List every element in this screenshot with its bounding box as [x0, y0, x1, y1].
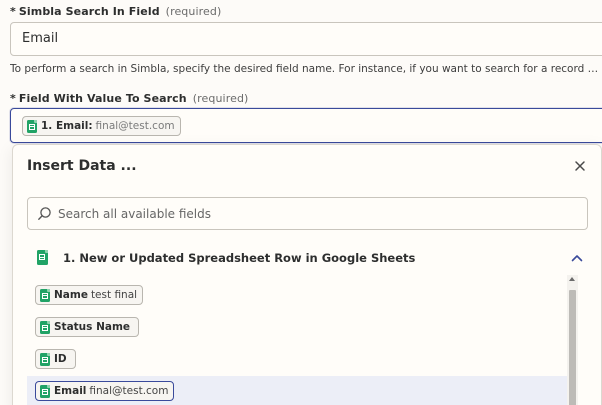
google-sheets-icon: [37, 250, 48, 265]
search-field-label: Simbla Search In Field: [18, 5, 160, 18]
field-list: Name test final Status Name ID Email fin…: [27, 277, 588, 405]
google-sheets-icon: [40, 320, 50, 334]
insert-data-panel: Insert Data ... 1. New or Updated Spread…: [12, 144, 602, 405]
field-key: Status Name: [54, 321, 131, 333]
search-icon: [38, 207, 51, 220]
list-item-selected[interactable]: Email final@test.com: [27, 376, 567, 405]
panel-title: Insert Data ...: [27, 158, 137, 174]
required-star: *: [10, 92, 16, 105]
field-key: Email: [54, 385, 87, 397]
search-field-label-row: * Simbla Search In Field (required): [10, 5, 221, 18]
scrollbar[interactable]: [567, 275, 578, 405]
pill-value: final@test.com: [95, 120, 175, 132]
google-sheets-icon: [40, 352, 50, 366]
scrollbar-thumb[interactable]: [569, 290, 576, 405]
field-pill[interactable]: Email final@test.com: [35, 381, 175, 401]
field-search-box: [27, 197, 588, 230]
field-pill[interactable]: Name test final: [35, 285, 144, 305]
search-input[interactable]: [58, 198, 578, 229]
list-item[interactable]: ID: [27, 344, 567, 375]
scroll-up-arrow-icon[interactable]: [569, 277, 575, 281]
value-field-label-row: * Field With Value To Search (required): [10, 92, 248, 105]
data-group-header[interactable]: 1. New or Updated Spreadsheet Row in Goo…: [27, 241, 588, 275]
zap-step-editor: * Simbla Search In Field (required) Email …: [0, 0, 602, 405]
google-sheets-icon: [27, 119, 37, 133]
field-pill[interactable]: ID: [35, 349, 76, 369]
search-field-input[interactable]: Email: [10, 22, 602, 56]
list-item[interactable]: Status Name: [27, 312, 567, 343]
close-icon[interactable]: [573, 159, 587, 173]
chevron-up-icon[interactable]: [570, 251, 584, 265]
value-field-input[interactable]: 1. Email: final@test.com: [10, 108, 602, 143]
search-field-value: Email: [22, 31, 59, 46]
group-title: 1. New or Updated Spreadsheet Row in Goo…: [63, 251, 416, 265]
field-value: final@test.com: [89, 385, 169, 397]
field-key: Name: [54, 289, 88, 301]
mapped-value-pill[interactable]: 1. Email: final@test.com: [22, 116, 181, 136]
google-sheets-icon: [40, 384, 50, 398]
search-field-help-text: To perform a search in Simbla, specify t…: [10, 63, 600, 75]
list-item[interactable]: Name test final: [27, 280, 567, 311]
field-pill[interactable]: Status Name: [35, 317, 140, 337]
value-field-label: Field With Value To Search: [18, 92, 187, 105]
google-sheets-icon: [40, 288, 50, 302]
search-field-required: (required): [165, 5, 222, 18]
required-star: *: [10, 5, 16, 18]
field-value: test final: [90, 289, 138, 301]
value-field-required: (required): [192, 92, 249, 105]
pill-key: 1. Email:: [41, 120, 93, 132]
field-key: ID: [54, 353, 67, 365]
